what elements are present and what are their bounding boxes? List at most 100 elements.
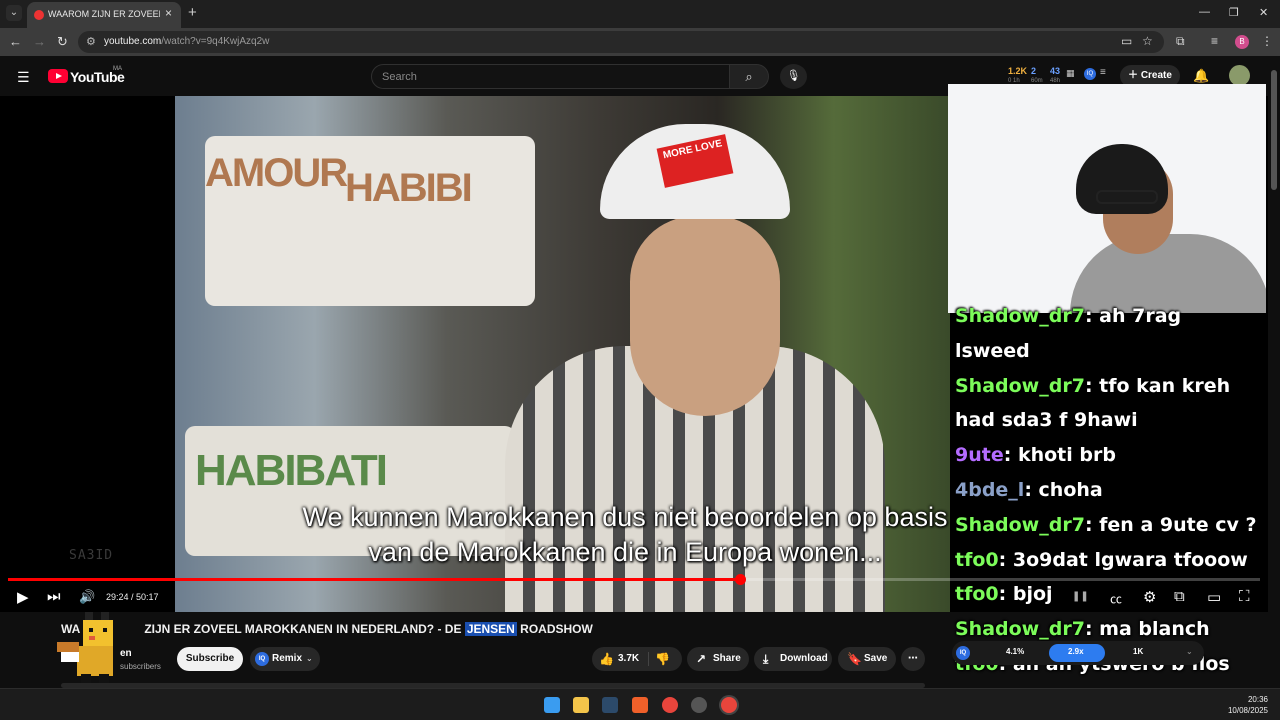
chat-username[interactable]: Shadow_dr7: [955, 375, 1085, 397]
search-button[interactable]: ⌕: [729, 64, 769, 89]
country-code: MA: [113, 66, 122, 72]
download-button[interactable]: ⤓ Download: [754, 647, 832, 671]
browser-tab-strip: ⌄ WAAROM ZIJN ER ZOVEEL MA × + — ❐ ✕: [0, 0, 1280, 28]
search-placeholder: Search: [382, 71, 417, 83]
iq-speed-icon: IQ: [956, 646, 970, 660]
stats-grid-icon[interactable]: ▦: [1066, 69, 1075, 78]
new-tab-button[interactable]: +: [188, 4, 197, 21]
miniplayer-icon[interactable]: ⧉: [1174, 588, 1185, 605]
system-clock[interactable]: 20:36 10/08/2025: [1222, 694, 1268, 716]
stat-count2: 2: [1031, 66, 1037, 76]
extensions-icon[interactable]: ⧉: [1176, 34, 1185, 49]
next-video-icon[interactable]: ⏭: [47, 588, 61, 605]
speed-active-label: 2.9x: [1068, 647, 1084, 656]
scarf-text-habibi: HABIBI: [345, 166, 473, 210]
autoplay-pause-icon[interactable]: ❚❚: [1072, 591, 1089, 602]
restore-icon[interactable]: ❐: [1229, 6, 1239, 19]
tab-search-button[interactable]: ⌄: [6, 5, 22, 21]
chat-separator: :: [998, 548, 1013, 571]
chat-message: Shadow_dr7: ah 7rag: [955, 305, 1181, 327]
speed-chevron-icon[interactable]: ⌄: [1186, 647, 1193, 656]
brave-browser-icon[interactable]: [632, 697, 648, 713]
list-icon[interactable]: ≡: [1100, 68, 1106, 78]
search-input[interactable]: Search: [371, 64, 730, 89]
chrome-icon[interactable]: [662, 697, 678, 713]
speed-option-left[interactable]: 4.1%: [1006, 647, 1024, 656]
chat-username[interactable]: 9ute: [955, 444, 1004, 466]
like-count[interactable]: 3.7K: [618, 647, 639, 671]
scrollbar-thumb[interactable]: [1271, 70, 1277, 190]
plus-icon: ＋: [1128, 70, 1141, 81]
bookmark-star-icon[interactable]: ☆: [1142, 34, 1153, 48]
tab-title: WAAROM ZIJN ER ZOVEEL MA: [48, 9, 160, 19]
volume-icon[interactable]: 🔊: [79, 589, 95, 605]
scarf-text-amour: AMOUR: [205, 151, 348, 195]
chat-text: khoti brb: [1017, 444, 1116, 467]
chat-username[interactable]: Shadow_dr7: [955, 514, 1085, 536]
account-avatar[interactable]: [1229, 65, 1250, 86]
more-actions-button[interactable]: ⋯: [901, 647, 925, 671]
iq-extension-icon[interactable]: IQ: [1084, 68, 1096, 80]
pixel-pikachu-sticker: [57, 612, 113, 684]
davinci-resolve-icon[interactable]: [602, 697, 618, 713]
window-close-icon[interactable]: ✕: [1259, 6, 1268, 19]
speed-option-right[interactable]: 1K: [1133, 647, 1143, 656]
clock-date: 10/08/2025: [1227, 706, 1268, 715]
streamer-glasses: [1096, 190, 1158, 204]
browser-menu-icon[interactable]: ⋮: [1261, 34, 1273, 48]
channel-name[interactable]: en: [120, 648, 132, 659]
fullscreen-icon[interactable]: ⛶: [1239, 588, 1250, 605]
tab-close-icon[interactable]: ×: [165, 6, 172, 20]
address-bar[interactable]: ⚙ youtube.com/watch?v=9q4KwjAzq2w: [78, 31, 1164, 53]
stat-count3: 43: [1050, 66, 1061, 76]
play-icon[interactable]: ▶: [17, 588, 29, 606]
cast-icon[interactable]: ▭: [1121, 34, 1132, 48]
chat-separator: :: [1024, 479, 1039, 501]
stat-views: 1.2K: [1008, 66, 1028, 76]
chat-username[interactable]: tfo0: [955, 549, 999, 571]
chat-username[interactable]: Shadow_dr7: [955, 618, 1085, 640]
youtube-logo-icon[interactable]: [48, 69, 68, 83]
file-explorer-icon[interactable]: [573, 697, 589, 713]
chat-username[interactable]: Shadow_dr7: [955, 305, 1085, 327]
chat-message: tfo0: 3o9dat lgwara tfooow: [955, 549, 1248, 571]
more-dots-icon: ⋯: [908, 653, 918, 664]
chat-text: 3o9dat lgwara tfooow: [1012, 548, 1248, 571]
captions-icon[interactable]: ㏄: [1110, 590, 1122, 607]
remix-button[interactable]: IQ Remix ⌄: [250, 647, 320, 671]
chat-username[interactable]: tfo0: [955, 583, 999, 605]
minimize-icon[interactable]: —: [1199, 6, 1210, 18]
start-windows-icon[interactable]: [544, 697, 560, 713]
notifications-bell-icon[interactable]: 🔔: [1193, 68, 1209, 84]
settings-gear-icon[interactable]: ⚙: [1143, 588, 1156, 606]
share-label: Share: [713, 653, 741, 664]
chat-username[interactable]: 4bde_l: [955, 479, 1024, 501]
guide-menu-icon[interactable]: ☰: [17, 69, 30, 86]
media-controls-icon[interactable]: ≡: [1211, 34, 1218, 48]
reload-icon[interactable]: ↻: [57, 34, 68, 50]
profile-avatar[interactable]: B: [1235, 35, 1249, 49]
title-end: ROADSHOW: [516, 622, 593, 636]
chat-message: had sda3 f 9hawi: [955, 409, 1138, 431]
back-arrow-icon[interactable]: ←: [9, 34, 22, 49]
share-button[interactable]: ↗ Share: [687, 647, 749, 671]
title-middle: ZIJN ER ZOVEEL MAROKKANEN IN NEDERLAND? …: [144, 622, 465, 636]
browser-tab-active[interactable]: WAAROM ZIJN ER ZOVEEL MA ×: [27, 2, 181, 28]
page-scrollbar[interactable]: [1268, 56, 1280, 688]
voice-search-button[interactable]: 🎙: [780, 64, 807, 89]
obs-studio-icon[interactable]: [691, 697, 707, 713]
progress-bar[interactable]: [8, 574, 1260, 585]
chrome-active-icon[interactable]: [721, 697, 737, 713]
subtitle-line-2: van de Marokkanen die in Europa wonen...: [368, 537, 882, 567]
like-icon[interactable]: 👍: [599, 647, 614, 671]
save-button[interactable]: 🔖 Save: [838, 647, 896, 671]
theater-mode-icon[interactable]: ▭: [1207, 588, 1221, 606]
microphone-icon: 🎙: [786, 70, 801, 82]
dislike-icon[interactable]: 👎: [655, 647, 670, 671]
site-info-icon[interactable]: ⚙: [86, 35, 96, 48]
forward-arrow-icon[interactable]: →: [33, 34, 46, 49]
share-icon: ↗: [696, 652, 707, 666]
url-text: youtube.com/watch?v=9q4KwjAzq2w: [104, 36, 270, 47]
chat-text: fen a 9ute cv ?: [1099, 513, 1257, 536]
subscribe-button[interactable]: Subscribe: [177, 647, 243, 671]
